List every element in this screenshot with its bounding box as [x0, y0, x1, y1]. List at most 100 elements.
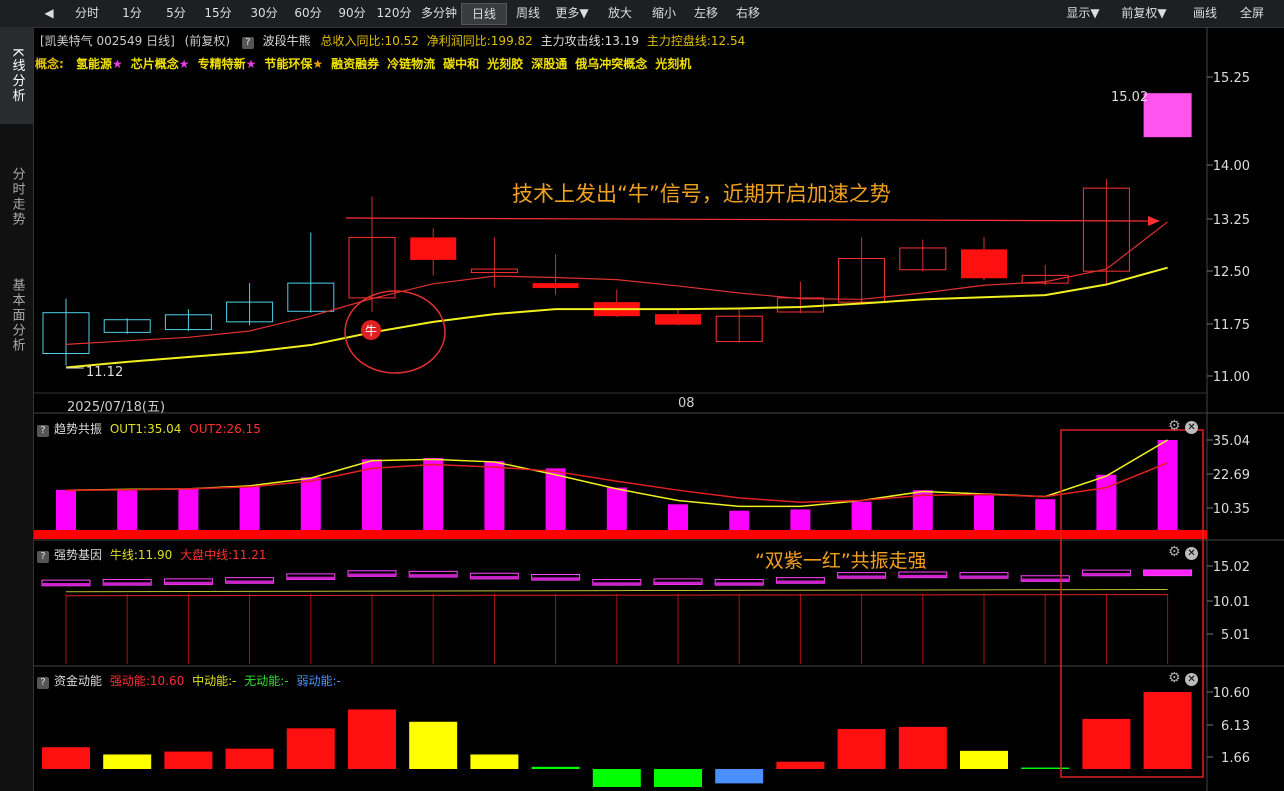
trend-bar [484, 461, 505, 530]
gene-bar-fill [1021, 578, 1070, 582]
trend-bar [1096, 474, 1117, 530]
energy-bar [960, 750, 1008, 769]
trend-bar [1157, 440, 1178, 530]
energy-bar [592, 769, 641, 788]
bull-circle [344, 290, 446, 374]
line-主力控盘线 [65, 266, 1168, 369]
energy-bar [715, 769, 764, 784]
help-icon[interactable]: ? [37, 551, 49, 563]
energy-bar [531, 766, 580, 769]
gene-bar-fill [837, 575, 886, 579]
help-icon[interactable]: ? [37, 677, 49, 689]
panel1-base-band [34, 530, 1207, 539]
energy-bar [164, 751, 213, 769]
line-主力攻击线 [65, 221, 1168, 345]
gear-icon[interactable]: ⚙ [1168, 544, 1181, 560]
annotation-arrow-head [1148, 216, 1160, 226]
annotation-bull-signal: 技术上发出“牛”信号，近期开启加速之势 [512, 182, 891, 206]
panel-tick: 6.13 [1221, 719, 1250, 734]
energy-bar [1021, 767, 1070, 769]
annotation-resonance: “双紫一红”共振走强 [755, 550, 927, 572]
gear-icon[interactable]: ⚙ [1168, 670, 1181, 686]
price-tick: 15.25 [1213, 71, 1250, 86]
series-大盘中线 [65, 594, 1168, 597]
gene-bar-fill [348, 573, 396, 577]
panel1-header: ? 趋势共振 OUT1:35.04 OUT2:26.15 [37, 420, 261, 437]
trend-bar [606, 487, 627, 530]
panel1-controls: ⚙ ✕ [1168, 418, 1199, 434]
panel-tick: 22.69 [1213, 468, 1250, 483]
gear-icon[interactable]: ⚙ [1168, 418, 1181, 434]
gene-bar-fill [654, 581, 702, 585]
trend-bar [239, 486, 260, 530]
trend-bar [668, 504, 688, 530]
annotation-arrow [345, 217, 1151, 222]
help-icon[interactable]: ? [37, 425, 49, 437]
energy-bar [1143, 692, 1192, 769]
energy-bar [348, 709, 396, 769]
panel3-controls: ⚙ ✕ [1168, 670, 1199, 686]
panel3-header: ? 资金动能 强动能:10.60 中动能:- 无动能:- 弱动能:- [37, 672, 341, 689]
energy-bar [286, 728, 335, 769]
trend-bar [1035, 499, 1056, 530]
gene-bar-fill [1082, 572, 1131, 576]
panel-tick: 10.60 [1213, 686, 1250, 701]
price-tick: 14.00 [1213, 159, 1250, 174]
energy-bar [837, 729, 886, 769]
close-icon[interactable]: ✕ [1185, 421, 1199, 434]
panel-tick: 1.66 [1221, 751, 1250, 766]
price-tick: 12.50 [1213, 265, 1250, 280]
gene-bar-fill [776, 580, 825, 584]
trend-bar [851, 501, 872, 530]
trend-bar [729, 510, 750, 530]
date-mid: 08 [678, 396, 695, 411]
strong-energy: 强动能:10.60 [109, 674, 185, 688]
trend-bar [545, 468, 566, 530]
candle-body [1143, 93, 1192, 138]
gene-bar [1143, 569, 1193, 577]
candle-body [410, 237, 457, 260]
gene-bar-fill [898, 574, 947, 578]
gene-bar-fill [470, 576, 519, 579]
gene-bar-fill [409, 574, 458, 578]
trend-bar [974, 495, 994, 530]
energy-bar [42, 747, 90, 769]
gene-bar-fill [103, 582, 152, 586]
close-icon[interactable]: ✕ [1185, 673, 1199, 686]
date-left: 2025/07/18(五) [67, 400, 166, 415]
gene-bar-fill [164, 581, 213, 585]
low-price-label: 11.12 [86, 365, 124, 380]
energy-bar [898, 726, 947, 769]
trend-bar [790, 509, 811, 530]
gene-bar-fill [715, 582, 764, 586]
energy-bar [225, 748, 274, 769]
none-energy: 无动能:- [244, 674, 289, 688]
trend-bar [178, 488, 199, 530]
gene-bar-fill [592, 582, 641, 586]
panel-tick: 5.01 [1221, 628, 1250, 643]
energy-bar [1082, 718, 1131, 769]
panel-tick: 15.02 [1213, 560, 1250, 575]
candle-body [961, 249, 1007, 279]
panel2-header: ? 强势基因 牛线:11.90 大盘中线:11.21 [37, 546, 266, 563]
close-icon[interactable]: ✕ [1185, 547, 1199, 560]
panel1-name: 趋势共振 [54, 422, 103, 436]
gene-bar-fill [42, 582, 90, 586]
panel2-name: 强势基因 [54, 548, 103, 562]
trend-bar [423, 458, 444, 530]
energy-bar [409, 721, 458, 769]
gene-bar-fill [286, 576, 335, 580]
candle-body [655, 314, 701, 325]
dapan-line-value: 大盘中线:11.21 [180, 548, 267, 562]
out1-value: OUT1:35.04 [109, 422, 182, 436]
energy-bar [470, 754, 519, 769]
gene-bar-fill [531, 577, 580, 581]
mid-energy: 中动能:- [192, 674, 237, 688]
out2-value: OUT2:26.15 [189, 422, 261, 436]
bull-marker-label: 牛 [365, 323, 377, 338]
price-tick: 11.75 [1213, 318, 1250, 333]
trend-bar [56, 489, 76, 530]
gene-bar-fill [225, 580, 274, 584]
energy-bar [103, 754, 152, 769]
panel-tick: 10.35 [1213, 502, 1250, 517]
